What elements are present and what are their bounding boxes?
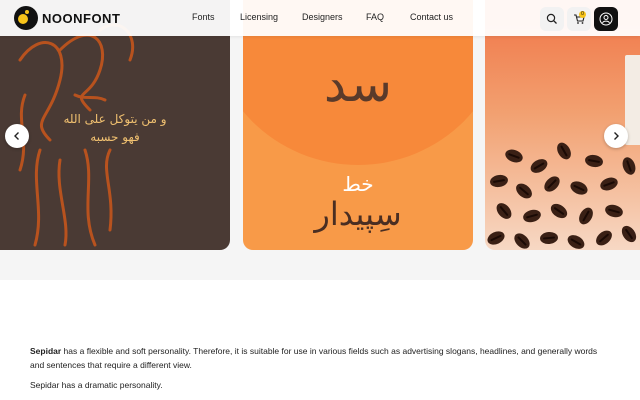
coffee-bean bbox=[584, 153, 604, 169]
slide-quote-line1: و من یتوکل علی الله bbox=[63, 112, 167, 126]
coffee-bean bbox=[618, 223, 640, 245]
slide-small-word: خط bbox=[342, 172, 374, 196]
chevron-left-icon bbox=[14, 132, 19, 140]
nav-faq-link[interactable]: FAQ bbox=[366, 12, 384, 22]
nav-fonts-link[interactable]: Fonts bbox=[192, 12, 215, 22]
font-description-text: has a flexible and soft personality. The… bbox=[30, 346, 598, 370]
coffee-bean bbox=[541, 173, 563, 195]
font-name-bold: Sepidar bbox=[30, 346, 62, 356]
cart-button[interactable] bbox=[567, 7, 591, 31]
coffee-bean bbox=[513, 180, 535, 202]
carousel-next-button[interactable] bbox=[604, 124, 628, 148]
nav-licensing-link[interactable]: Licensing bbox=[240, 12, 278, 22]
slide-glyph: سد bbox=[323, 55, 393, 113]
brand-logo[interactable]: NOONFONT bbox=[14, 6, 120, 30]
coffee-bean bbox=[548, 200, 570, 222]
coffee-bean bbox=[568, 178, 590, 198]
coffee-bean bbox=[598, 175, 620, 193]
coffee-bean bbox=[489, 173, 509, 189]
search-icon bbox=[546, 13, 557, 24]
carousel-prev-button[interactable] bbox=[5, 124, 29, 148]
nav-contact-link[interactable]: Contact us bbox=[410, 12, 453, 22]
slide-quote-line2: فهو حسبه bbox=[90, 130, 140, 144]
coffee-bean bbox=[620, 155, 638, 177]
coffee-bean bbox=[554, 140, 574, 162]
carousel-slide-sepidar[interactable]: سد خط سِپیدار bbox=[243, 0, 473, 250]
coffee-bean bbox=[511, 230, 533, 250]
carousel-slide-calligraphy[interactable]: و من یتوکل علی الله فهو حسبه bbox=[0, 0, 230, 250]
coffee-bean bbox=[503, 147, 525, 165]
coffee-bean bbox=[539, 231, 559, 245]
coffee-bean bbox=[521, 207, 543, 225]
coffee-bean bbox=[576, 205, 596, 227]
cart-count-badge: 0 bbox=[579, 11, 586, 18]
font-carousel: و من یتوکل علی الله فهو حسبه سد خط سِپید… bbox=[0, 0, 640, 280]
coffee-bean bbox=[493, 200, 515, 222]
coffee-bean bbox=[593, 227, 615, 249]
font-personality-text: Sepidar has a dramatic personality. bbox=[30, 380, 163, 390]
user-account-button[interactable] bbox=[594, 7, 618, 31]
user-icon bbox=[599, 12, 613, 26]
coffee-bean bbox=[485, 228, 507, 248]
search-button[interactable] bbox=[540, 7, 564, 31]
brand-name: NOONFONT bbox=[42, 10, 121, 26]
chevron-right-icon bbox=[614, 132, 619, 140]
font-description: Sepidar has a flexible and soft personal… bbox=[30, 344, 600, 372]
nav-designers-link[interactable]: Designers bbox=[302, 12, 343, 22]
coffee-bean bbox=[603, 202, 625, 220]
coffee-bean bbox=[565, 232, 587, 250]
site-header: NOONFONT Fonts Licensing Designers FAQ C… bbox=[0, 0, 640, 36]
slide-font-name: سِپیدار bbox=[314, 195, 402, 233]
logo-icon bbox=[14, 6, 38, 30]
coffee-bean bbox=[528, 156, 550, 176]
